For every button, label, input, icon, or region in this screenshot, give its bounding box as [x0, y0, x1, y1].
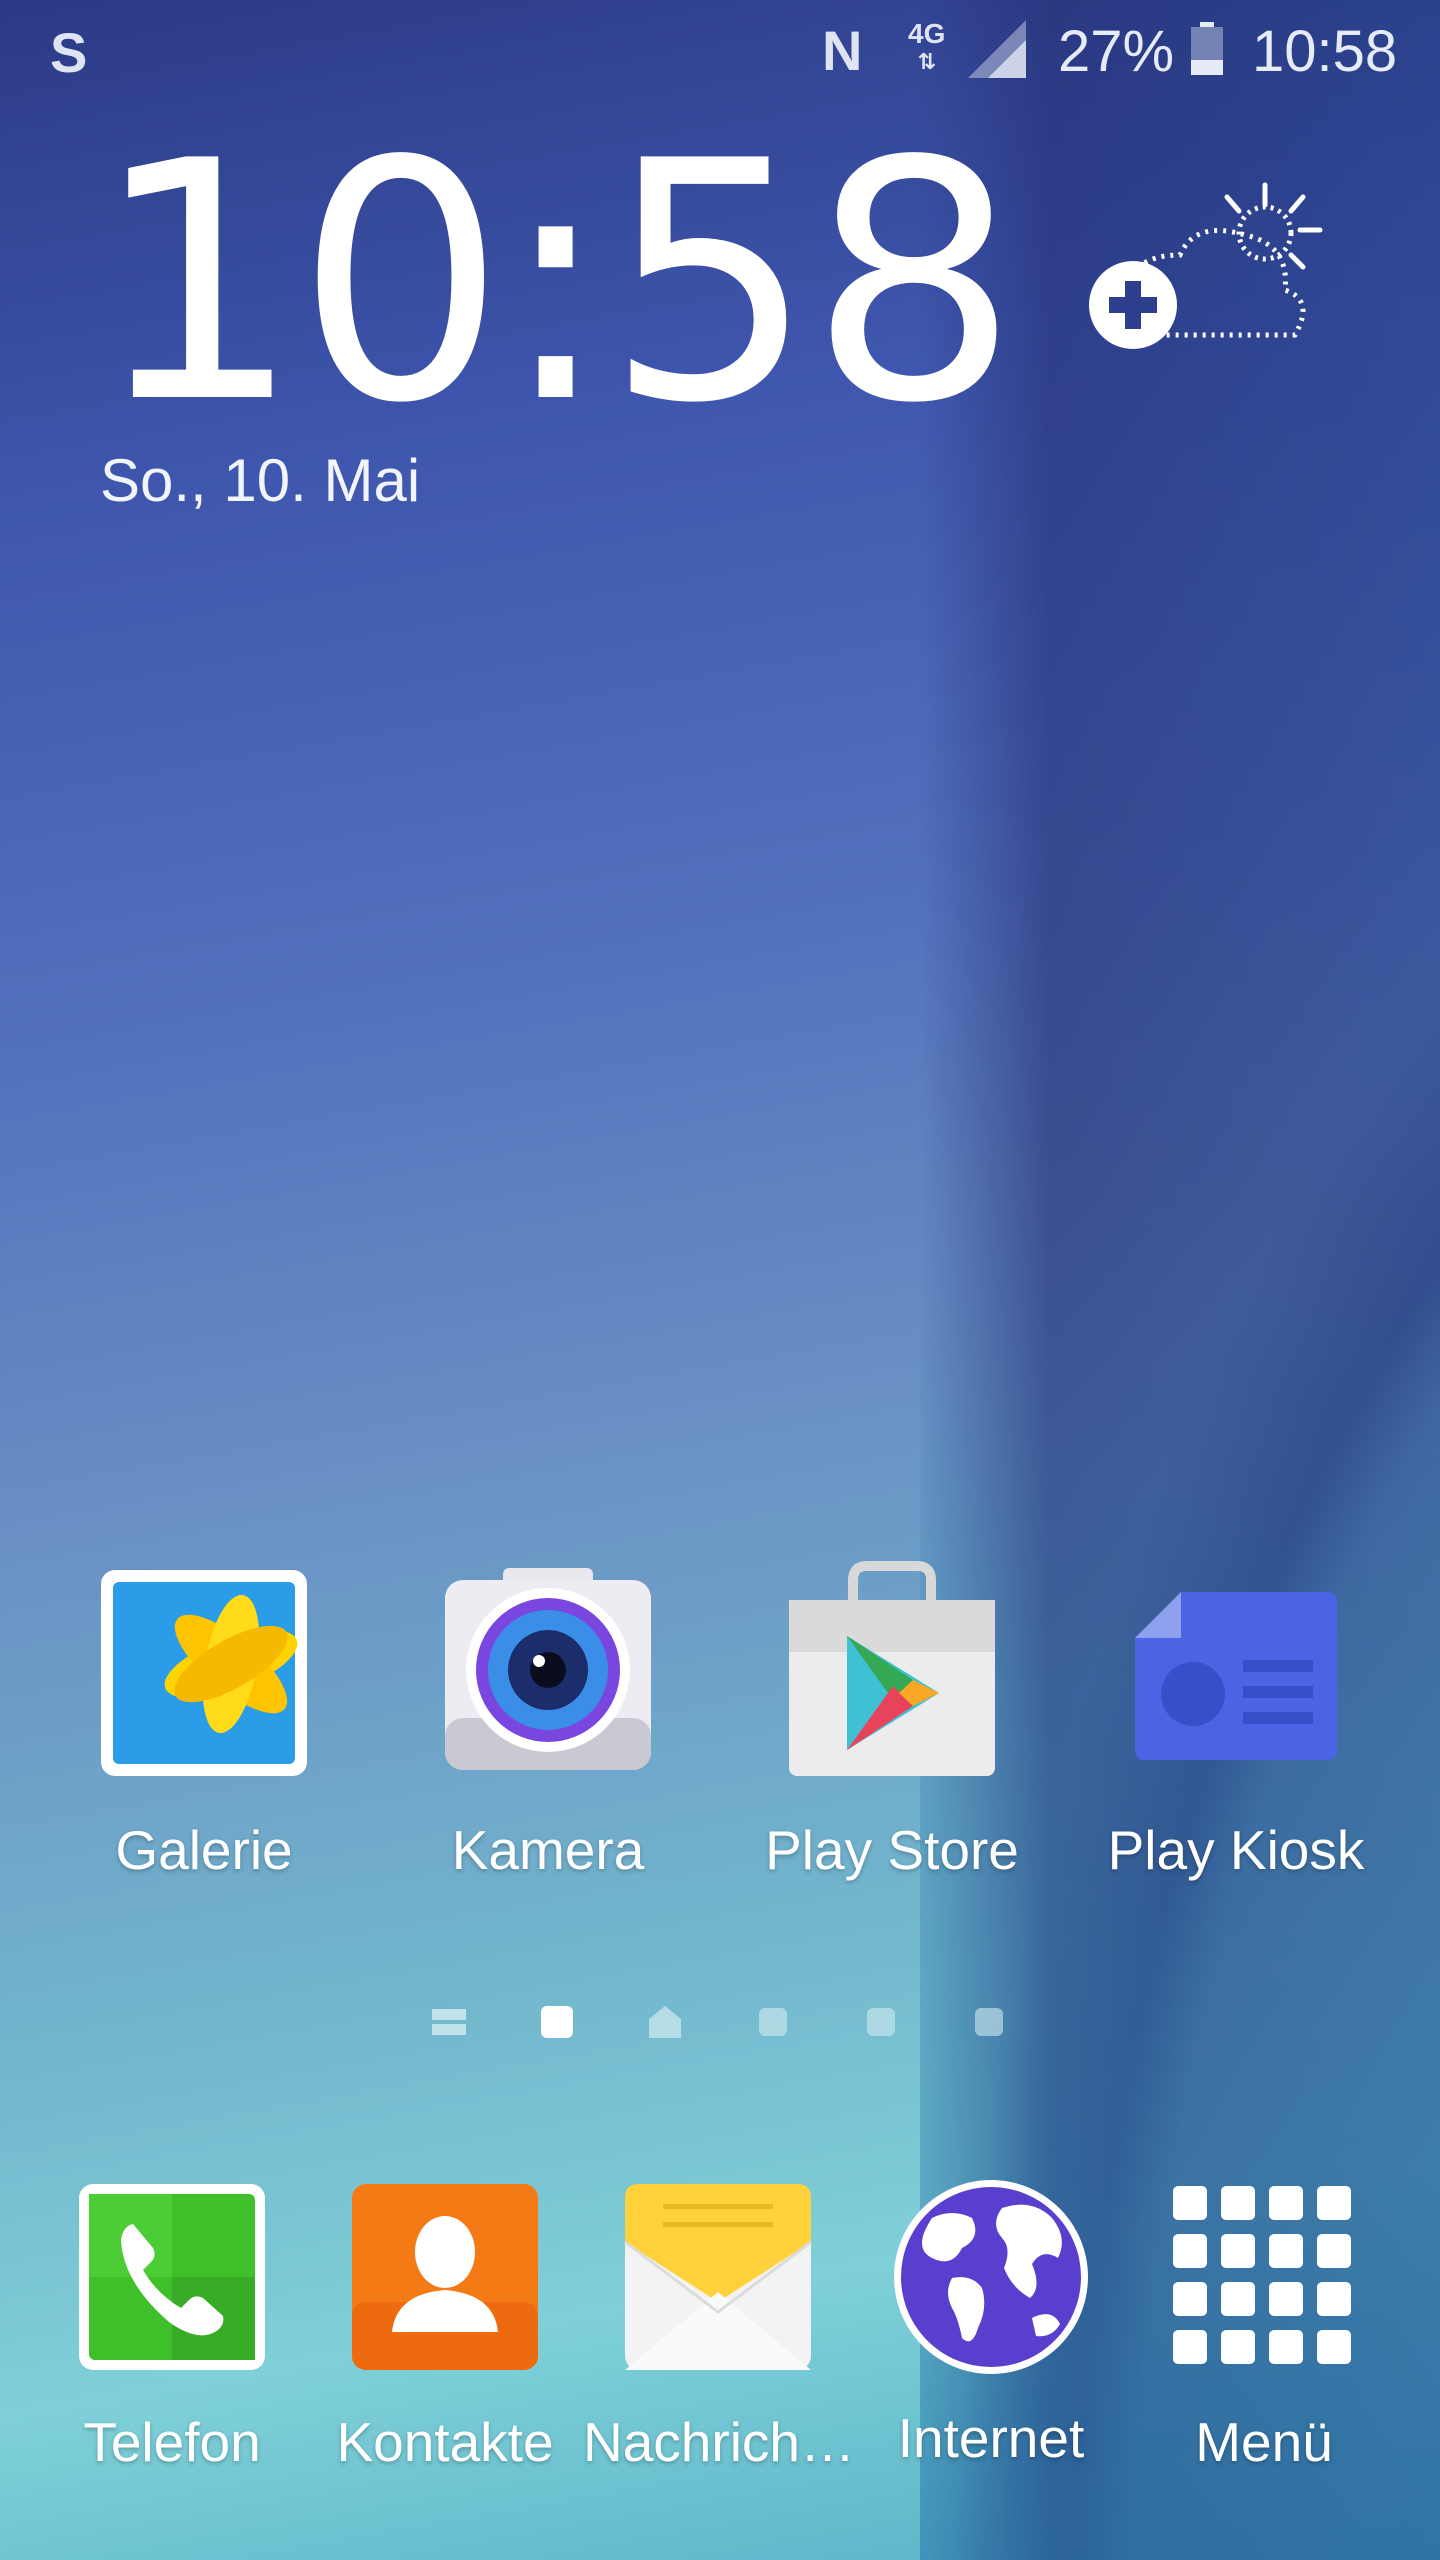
dock-internet[interactable]: Internet [856, 2178, 1126, 2470]
app-label: Galerie [115, 1819, 293, 1881]
dock-telefon[interactable]: Telefon [37, 2182, 307, 2474]
app-kamera[interactable]: Kamera [398, 1568, 698, 1882]
dock-nachrichten[interactable]: Nachrich… [583, 2182, 856, 2474]
internet-icon [892, 2178, 1090, 2376]
page-indicator-briefing[interactable] [432, 2005, 466, 2039]
nfc-icon: N [822, 19, 863, 82]
app-menu-icon [1169, 2182, 1359, 2372]
battery-percent: 27% [1058, 19, 1175, 84]
gallery-icon [99, 1568, 309, 1778]
home-page-icon [649, 2006, 681, 2038]
app-label: Menü [1195, 2411, 1333, 2473]
app-label: Nachrich… [583, 2411, 856, 2473]
samsung-s-icon: S [50, 21, 88, 84]
page-dot-icon [975, 2008, 1003, 2036]
battery-icon [1191, 22, 1223, 75]
page-indicator-dot[interactable] [864, 2005, 898, 2039]
page-indicator-current[interactable] [540, 2005, 574, 2039]
app-label: Play Store [765, 1819, 1019, 1881]
page-indicator-dot[interactable] [756, 2005, 790, 2039]
app-label: Kamera [451, 1819, 645, 1881]
data-arrows-icon: ⇅ [917, 49, 936, 74]
status-time: 10:58 [1252, 19, 1398, 84]
dock-kontakte[interactable]: Kontakte [310, 2182, 580, 2474]
page-dot-active-icon [541, 2006, 573, 2038]
page-indicator-home[interactable] [648, 2005, 682, 2039]
network-type-label: 4G [908, 18, 946, 49]
add-weather-widget-icon[interactable] [1085, 175, 1345, 355]
page-indicator-dot[interactable] [972, 2005, 1006, 2039]
clock-widget-date[interactable]: So., 10. Mai [100, 446, 420, 515]
network-type-icon: 4G ⇅ [908, 20, 945, 76]
signal-strength-icon [968, 20, 1026, 78]
app-label: Internet [897, 2407, 1085, 2469]
app-galerie[interactable]: Galerie [54, 1568, 354, 1882]
page-dot-icon [759, 2008, 787, 2036]
play-store-icon [787, 1560, 997, 1778]
clock-widget-time[interactable]: 10:58 [92, 118, 1019, 448]
dock-menu[interactable]: Menü [1129, 2182, 1399, 2474]
play-newsstand-icon [1131, 1568, 1341, 1778]
camera-icon [443, 1568, 653, 1778]
app-play-store[interactable]: Play Store [742, 1560, 1042, 1882]
status-bar[interactable]: S N 4G ⇅ 27% 10:58 [0, 0, 1440, 100]
page-dot-icon [867, 2008, 895, 2036]
briefing-icon [432, 2009, 466, 2035]
app-play-kiosk[interactable]: Play Kiosk [1086, 1568, 1386, 1882]
messages-icon [623, 2182, 813, 2372]
app-label: Play Kiosk [1107, 1819, 1365, 1881]
app-label: Kontakte [336, 2411, 554, 2473]
contacts-icon [350, 2182, 540, 2372]
phone-icon [77, 2182, 267, 2372]
app-label: Telefon [83, 2411, 261, 2473]
